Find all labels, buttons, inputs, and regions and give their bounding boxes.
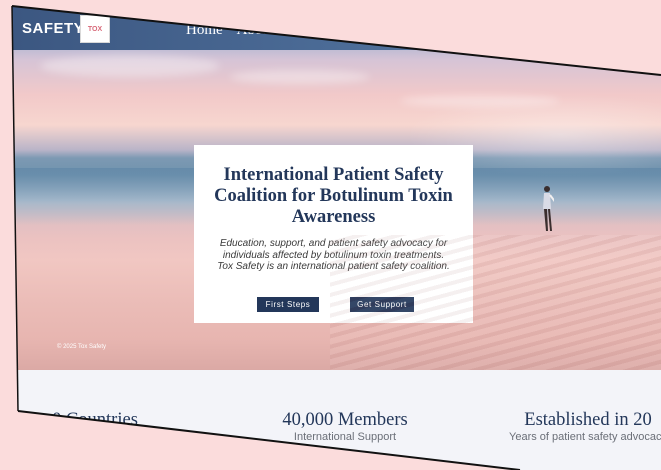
stat-countries: 0 Countries (12, 410, 185, 431)
hero-card: International Patient Safety Coalition f… (194, 145, 473, 323)
stat-established: Established in 20 Years of patient safet… (508, 410, 661, 444)
stat-countries-value: 0 Countries (52, 410, 138, 430)
stat-members-value: 40,000 Members (282, 410, 408, 430)
get-support-button[interactable]: Get Support (350, 297, 414, 312)
stat-established-value: Established in 20 (524, 410, 652, 430)
beach-walker-figure (543, 186, 554, 231)
brand-logo[interactable]: TOX (80, 15, 110, 43)
hero-section: International Patient Safety Coalition f… (12, 6, 661, 370)
nav-first-steps[interactable]: First Steps (288, 22, 352, 39)
stat-established-label: Years of patient safety advocacy (509, 431, 661, 443)
top-navigation-bar: SAFETY TOX Home About First Steps (12, 6, 661, 50)
nav-home[interactable]: Home (186, 22, 223, 39)
main-nav: Home About First Steps (186, 22, 352, 39)
stat-members-label: International Support (293, 431, 397, 443)
hero-title: International Patient Safety Coalition f… (214, 165, 453, 227)
stat-members: 40,000 Members International Support (255, 410, 435, 444)
nav-about[interactable]: About (237, 22, 275, 39)
copyright-text: © 2025 Tox Safety (57, 344, 107, 350)
brand-name[interactable]: SAFETY (22, 20, 84, 37)
stats-section: 0 Countries 40,000 Members International… (12, 370, 661, 470)
browser-viewport: International Patient Safety Coalition f… (12, 6, 661, 470)
first-steps-button[interactable]: First Steps (257, 297, 319, 312)
logo-text: TOX (87, 25, 103, 33)
hero-description: Education, support, and patient safety a… (217, 238, 450, 272)
